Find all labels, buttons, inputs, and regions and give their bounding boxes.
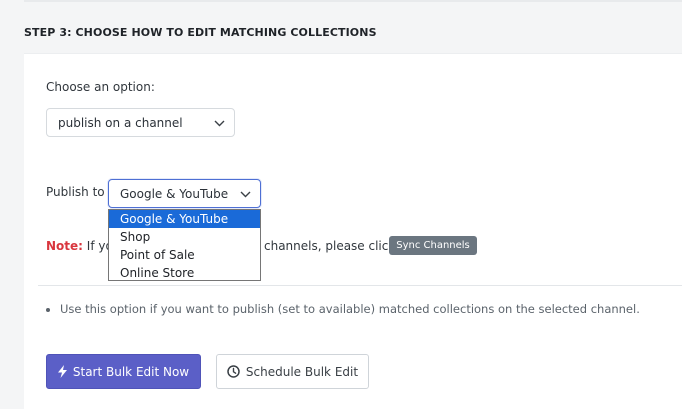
bullet-dot-icon (46, 308, 50, 312)
channel-option-online-store[interactable]: Online Store (109, 264, 260, 282)
channel-option-google-youtube[interactable]: Google & YouTube (109, 210, 260, 228)
start-bulk-edit-button[interactable]: Start Bulk Edit Now (46, 354, 201, 389)
channel-option-shop[interactable]: Shop (109, 228, 260, 246)
edit-option-value: publish on a channel (58, 116, 183, 130)
sync-channels-button[interactable]: Sync Channels (389, 236, 477, 255)
info-bullet-text: Use this option if you want to publish (… (60, 302, 640, 316)
channel-dropdown-list: Google & YouTube Shop Point of Sale Onli… (108, 209, 261, 281)
publish-to-label: Publish to (46, 185, 105, 199)
channel-select-value: Google & YouTube (120, 187, 229, 201)
step-title: STEP 3: CHOOSE HOW TO EDIT MATCHING COLL… (24, 26, 377, 39)
bolt-icon (57, 365, 67, 378)
clock-icon (227, 365, 240, 378)
note-text-end: channels, please click (264, 239, 396, 253)
chevron-down-icon (240, 191, 252, 199)
note-label: Note: (46, 239, 83, 253)
schedule-bulk-edit-button[interactable]: Schedule Bulk Edit (216, 354, 369, 389)
section-divider (38, 285, 682, 286)
choose-option-label: Choose an option: (46, 80, 155, 94)
channel-select[interactable]: Google & YouTube (108, 179, 261, 208)
schedule-bulk-edit-label: Schedule Bulk Edit (245, 364, 359, 379)
edit-options-card: Choose an option: publish on a channel P… (24, 53, 682, 409)
chevron-down-icon (214, 120, 226, 128)
channel-option-point-of-sale[interactable]: Point of Sale (109, 246, 260, 264)
start-bulk-edit-label: Start Bulk Edit Now (72, 364, 190, 379)
top-divider (24, 0, 682, 2)
edit-option-select[interactable]: publish on a channel (46, 108, 235, 137)
note-text: Note: If yo (46, 239, 113, 253)
